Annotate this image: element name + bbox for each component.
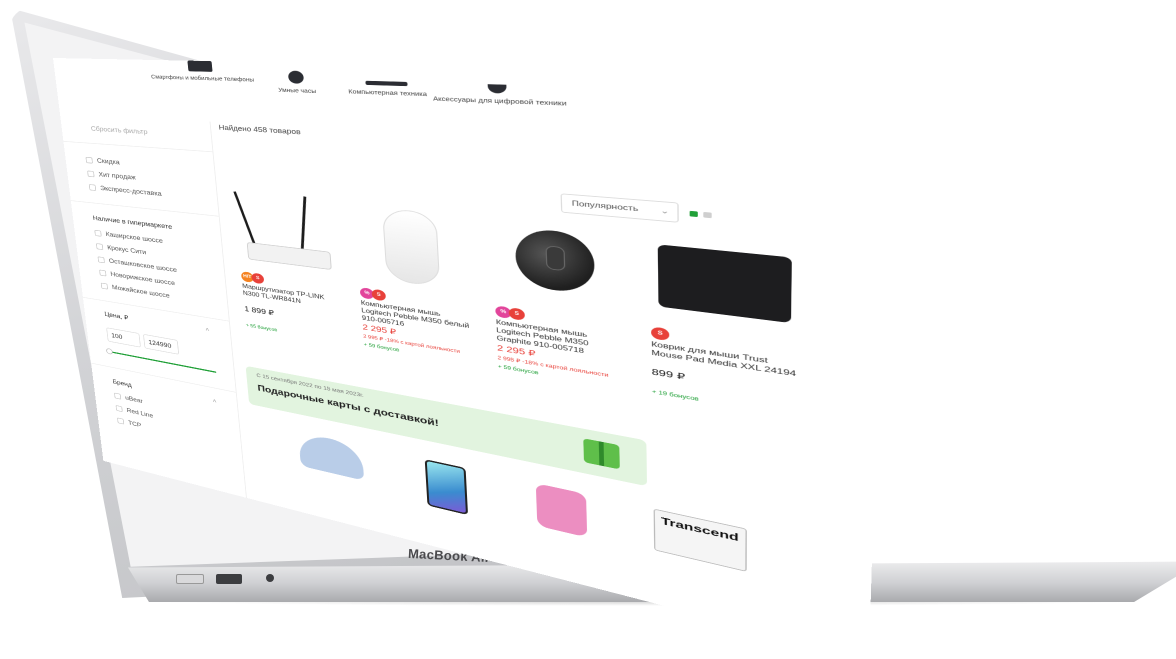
brand-title: Бренд: [112, 378, 133, 389]
category-accessories[interactable]: Аксессуары для цифровой техники: [429, 83, 570, 108]
filter-label: Хит продаж: [98, 170, 136, 182]
checkbox[interactable]: [87, 171, 94, 178]
brand-ubear[interactable]: uBear: [114, 392, 143, 405]
category-smartphones[interactable]: Смартфоны и мобильные телефоны: [149, 60, 254, 83]
checkbox[interactable]: [116, 405, 123, 412]
gift-box-icon: [583, 438, 620, 469]
store-mozhayskoe[interactable]: Можайское шоссе: [101, 282, 170, 299]
category-label: Компьютерная техника: [348, 89, 428, 98]
watch-icon: [288, 71, 304, 84]
product-image-mouse-blue[interactable]: [298, 432, 364, 481]
product-card[interactable]: HIT S Маршрутизатор TP-LINK N300 TL-WR84…: [225, 189, 355, 351]
chevron-up-icon[interactable]: ˄: [205, 326, 209, 333]
sale-badge: S: [371, 289, 386, 302]
product-bonus: + 55 бонусов: [245, 323, 278, 333]
stores-title: Наличие в гипермаркете: [92, 214, 173, 231]
results-count: Найдено 458 товаров: [218, 123, 301, 136]
filter-discount[interactable]: Скидка: [85, 156, 120, 166]
category-label: Аксессуары для цифровой техники: [432, 96, 567, 108]
computer-icon: [365, 81, 407, 86]
product-price: 899 ₽: [651, 367, 686, 383]
brand-tcp[interactable]: TCP: [117, 417, 142, 429]
filter-express[interactable]: Экспресс-доставка: [89, 183, 162, 197]
price-to-input[interactable]: 124990: [143, 334, 179, 355]
sale-badge: S: [651, 326, 669, 341]
category-label: Смартфоны и мобильные телефоны: [150, 74, 255, 84]
product-image-mousepad: [650, 227, 804, 345]
usb-port: [216, 574, 242, 584]
filter-bestseller[interactable]: Хит продаж: [87, 170, 136, 181]
checkbox[interactable]: [101, 283, 108, 290]
category-label: Умные часы: [278, 87, 317, 95]
filter-label: Экспресс-доставка: [99, 184, 162, 198]
checkbox[interactable]: [114, 393, 121, 400]
checkbox[interactable]: [89, 184, 96, 191]
grid-view-icon[interactable]: [690, 211, 698, 217]
checkbox[interactable]: [86, 157, 93, 164]
price-title: Цена, ₽: [104, 310, 129, 322]
magsafe-port: [176, 574, 204, 584]
divider: [63, 141, 212, 152]
product-image-router: [233, 190, 340, 283]
checkbox[interactable]: [94, 230, 101, 237]
product-card[interactable]: S Коврик для мыши Trust Mouse Pad Media …: [637, 226, 820, 429]
sale-badge: S: [509, 307, 525, 321]
sort-select[interactable]: Популярность ⌄: [561, 193, 679, 222]
chevron-down-icon: ⌄: [660, 206, 670, 216]
product-card[interactable]: % S Компьютерная мышь Logitech Pebble M3…: [480, 212, 640, 399]
brand-label: uBear: [124, 394, 144, 405]
checkbox[interactable]: [117, 418, 124, 425]
product-image-transcend[interactable]: Transcend: [654, 509, 747, 572]
sale-badge: S: [251, 273, 264, 285]
product-image-phone[interactable]: [425, 459, 468, 515]
product-bonus: + 19 бонусов: [651, 389, 699, 403]
sort-label: Популярность: [571, 199, 639, 213]
headphones-icon: [488, 84, 507, 93]
product-image-kids-watch[interactable]: [536, 483, 587, 537]
product-brand-label: Transcend: [661, 515, 739, 544]
checkbox[interactable]: [96, 243, 103, 250]
store-label: Крокус Сити: [106, 243, 147, 256]
brand-label: Red Line: [126, 406, 154, 420]
list-view-icon[interactable]: [703, 212, 711, 218]
store-label: Каширское шоссе: [105, 230, 164, 245]
product-price: 1 899 ₽: [244, 305, 275, 318]
filter-label: Скидка: [96, 157, 120, 166]
store-kashirskoe[interactable]: Каширское шоссе: [94, 229, 163, 244]
checkbox[interactable]: [98, 256, 105, 263]
brand-label: TCP: [127, 419, 142, 429]
checkbox[interactable]: [99, 270, 106, 277]
filters-sidebar: Сбросить фильтр Скидка Хит продаж Экспре…: [60, 114, 247, 498]
product-card[interactable]: % S Компьютерная мышь Logitech Pebble M3…: [344, 200, 488, 374]
audio-jack: [266, 574, 274, 582]
chevron-up-icon[interactable]: ˄: [212, 398, 216, 405]
product-image-mouse-white: [354, 201, 473, 301]
price-from-input[interactable]: 100: [106, 327, 141, 347]
product-bonus: + 59 бонусов: [363, 342, 400, 354]
smartphone-icon: [187, 61, 212, 72]
price-slider-knob[interactable]: [106, 348, 113, 355]
store-crocus[interactable]: Крокус Сити: [96, 243, 147, 256]
reset-filter-link[interactable]: Сбросить фильтр: [91, 125, 148, 136]
store-label: Можайское шоссе: [111, 283, 170, 300]
product-image-mouse-graphite: [491, 213, 625, 321]
